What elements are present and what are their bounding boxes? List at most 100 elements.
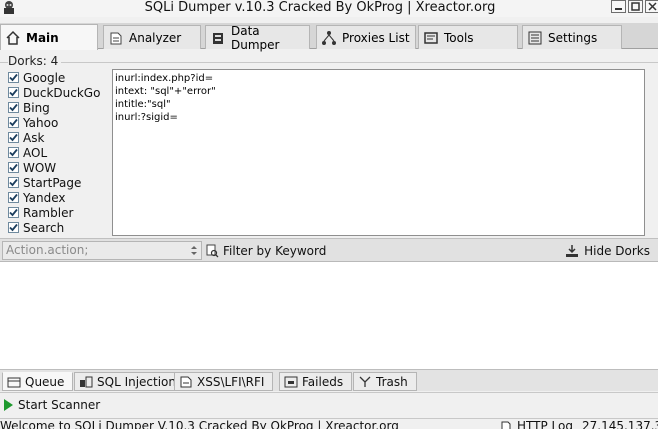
hide-dorks-label: Hide Dorks	[584, 243, 650, 258]
tab-data-dumper-label: Data Dumper	[231, 23, 280, 52]
engine-label: Bing	[23, 100, 50, 115]
tab-analyzer-label: Analyzer	[129, 30, 182, 45]
dork-line: inurl:?sigid=	[115, 112, 178, 123]
status-welcome-text: Welcome to SQLi Dumper V.10.3 Cracked By…	[0, 419, 399, 429]
engine-label: Google	[23, 70, 66, 85]
search-engine-item[interactable]: Rambler	[8, 205, 73, 220]
engine-label: Yandex	[23, 190, 66, 205]
search-engine-item[interactable]: Bing	[8, 100, 50, 115]
close-button[interactable]	[645, 0, 658, 13]
maximize-button[interactable]	[628, 0, 643, 13]
tab-settings-label: Settings	[548, 30, 598, 45]
tab-queue[interactable]: Queue	[2, 372, 74, 391]
document-icon	[108, 30, 124, 46]
engine-label: WOW	[23, 160, 57, 175]
engine-checkbox[interactable]	[8, 87, 19, 98]
window-title: SQLi Dumper v.10.3 Cracked By OkProg | X…	[144, 0, 496, 15]
dorks-count: 4	[50, 54, 59, 68]
bottom-tab-bar: Queue SQL Injection XSS\LFI\RFI Faileds …	[0, 369, 658, 391]
engine-label: Rambler	[23, 205, 74, 220]
checkmark-icon	[9, 223, 18, 232]
search-engine-item[interactable]: StartPage	[8, 175, 81, 190]
queue-results-list[interactable]	[0, 262, 658, 369]
engine-checkbox[interactable]	[8, 192, 19, 203]
hide-dorks-button[interactable]: Hide Dorks	[565, 241, 650, 260]
engine-checkbox[interactable]	[8, 72, 19, 83]
tab-sql-injection-label: SQL Injection	[97, 374, 177, 389]
engine-checkbox[interactable]	[8, 117, 19, 128]
search-engine-item[interactable]: Search	[8, 220, 64, 235]
search-engine-item[interactable]: DuckDuckGo	[8, 85, 100, 100]
tab-faileds-label: Faileds	[302, 374, 344, 389]
trash-icon	[358, 376, 372, 388]
checkmark-icon	[9, 133, 18, 142]
minimize-icon	[615, 8, 622, 10]
tab-data-dumper[interactable]: Data Dumper	[205, 23, 310, 52]
tab-sql-injection[interactable]: SQL Injection	[74, 372, 186, 391]
tab-analyzer[interactable]: Analyzer	[103, 25, 201, 49]
failed-icon	[284, 376, 298, 388]
http-log-label: HTTP Log	[517, 419, 573, 429]
http-log-icon	[500, 421, 512, 429]
engine-checkbox[interactable]	[8, 147, 19, 158]
checkmark-icon	[9, 88, 18, 97]
tab-proxies-list[interactable]: Proxies List	[316, 25, 416, 49]
action-select-value: Action.action;	[6, 243, 89, 257]
search-engine-item[interactable]: Ask	[8, 130, 44, 145]
settings-icon	[527, 30, 543, 46]
filter-icon	[205, 244, 219, 258]
dork-line: intitle:"sql"	[115, 99, 171, 110]
engine-checkbox[interactable]	[8, 102, 19, 113]
engine-label: Yahoo	[23, 115, 59, 130]
filter-by-keyword-button[interactable]: Filter by Keyword	[205, 241, 326, 260]
search-engine-item[interactable]: Yahoo	[8, 115, 58, 130]
home-icon	[5, 30, 21, 46]
play-icon	[2, 398, 14, 412]
http-log-button[interactable]: HTTP Log	[500, 419, 573, 429]
start-scanner-label: Start Scanner	[18, 397, 101, 412]
maximize-icon	[631, 2, 640, 11]
engine-checkbox[interactable]	[8, 132, 19, 143]
checkmark-icon	[9, 193, 18, 202]
tab-main[interactable]: Main	[0, 24, 98, 50]
search-engine-item[interactable]: WOW	[8, 160, 56, 175]
checkmark-icon	[9, 148, 18, 157]
tab-xss-lfi-rfi[interactable]: XSS\LFI\RFI	[174, 372, 274, 391]
engine-checkbox[interactable]	[8, 177, 19, 188]
dorks-textarea[interactable]: inurl:index.php?id= intext: "sql"+"error…	[112, 69, 645, 236]
spinner-arrows-icon[interactable]	[189, 244, 199, 257]
checkmark-icon	[9, 178, 18, 187]
engine-label: DuckDuckGo	[23, 85, 101, 100]
checkmark-icon	[9, 73, 18, 82]
engine-label: Ask	[23, 130, 45, 145]
engine-label: AOL	[23, 145, 48, 160]
minimize-button[interactable]	[611, 0, 626, 13]
dorks-label: Dorks:	[8, 54, 47, 68]
database-icon	[210, 30, 226, 46]
scanner-toolbar: Start Scanner	[0, 392, 658, 414]
tab-trash[interactable]: Trash	[353, 372, 417, 391]
tab-faileds[interactable]: Faileds	[279, 372, 353, 391]
xss-icon	[179, 376, 193, 388]
start-scanner-button[interactable]: Start Scanner	[2, 396, 100, 413]
engine-checkbox[interactable]	[8, 162, 19, 173]
engine-label: Search	[23, 220, 65, 235]
dorks-count-label: Dorks: 4	[8, 54, 62, 68]
status-bar: Welcome to SQLi Dumper V.10.3 Cracked By…	[0, 418, 658, 429]
dork-line: inurl:index.php?id=	[115, 73, 214, 84]
action-select[interactable]: Action.action;	[2, 241, 202, 260]
search-engine-item[interactable]: AOL	[8, 145, 47, 160]
network-icon	[321, 30, 337, 46]
tab-main-label: Main	[26, 30, 59, 45]
sql-injection-icon	[79, 376, 93, 388]
tools-icon	[423, 30, 439, 46]
search-engine-item[interactable]: Yandex	[8, 190, 66, 205]
checkmark-icon	[9, 163, 18, 172]
engine-checkbox[interactable]	[8, 222, 19, 233]
tab-tools[interactable]: Tools	[418, 25, 518, 49]
engine-checkbox[interactable]	[8, 207, 19, 218]
close-icon	[648, 2, 657, 11]
dork-line: intext: "sql"+"error"	[115, 86, 216, 97]
tab-settings[interactable]: Settings	[522, 25, 622, 49]
search-engine-item[interactable]: Google	[8, 70, 65, 85]
